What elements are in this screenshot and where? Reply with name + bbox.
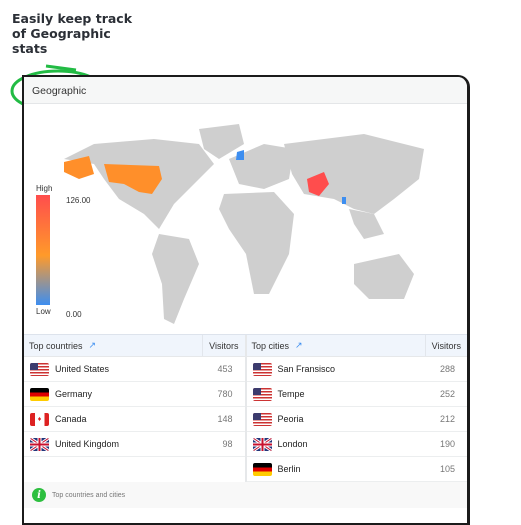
table-row[interactable]: London 190 bbox=[246, 432, 467, 457]
table-row[interactable]: Berlin 105 bbox=[246, 457, 467, 482]
flag-us-icon bbox=[252, 362, 272, 376]
row-name: Germany bbox=[55, 389, 93, 399]
row-name: United Kingdom bbox=[55, 439, 120, 449]
cities-title: Top cities bbox=[251, 340, 290, 351]
asia bbox=[284, 134, 424, 214]
row-visitors: 780 bbox=[217, 389, 233, 399]
legend-max: 126.00 bbox=[66, 196, 91, 205]
row-name: San Fransisco bbox=[277, 364, 336, 374]
uk-region bbox=[236, 150, 244, 160]
row-visitors: 252 bbox=[439, 389, 455, 399]
row-visitors: 98 bbox=[222, 439, 233, 449]
table-row[interactable]: United States 453 bbox=[24, 357, 245, 382]
world-map-svg bbox=[64, 124, 424, 324]
table-row[interactable]: San Fransisco 288 bbox=[246, 357, 467, 382]
row-visitors: 212 bbox=[439, 414, 455, 424]
legend-high-label: High bbox=[36, 184, 53, 193]
south-america bbox=[152, 234, 199, 324]
color-legend: High Low 126.00 0.00 bbox=[36, 184, 90, 319]
flag-de-icon bbox=[252, 462, 272, 476]
table-row[interactable]: Germany 780 bbox=[24, 382, 245, 407]
se-asia bbox=[349, 209, 384, 239]
flag-us-icon bbox=[252, 412, 272, 426]
flag-us-icon bbox=[30, 362, 49, 376]
row-visitors: 148 bbox=[217, 414, 233, 424]
row-visitors: 453 bbox=[217, 364, 233, 374]
legend-low-label: Low bbox=[36, 307, 51, 316]
flag-gb-icon bbox=[30, 437, 49, 451]
table-row[interactable]: ♦ Canada 148 bbox=[24, 407, 245, 432]
panel-title: Geographic bbox=[24, 77, 467, 104]
footer-text: Top countries and cities bbox=[52, 491, 126, 499]
legend-min: 0.00 bbox=[66, 310, 82, 319]
row-name: United States bbox=[55, 364, 110, 374]
row-name: London bbox=[277, 439, 308, 449]
row-name: Berlin bbox=[277, 464, 301, 474]
flag-gb-icon bbox=[252, 437, 272, 451]
info-icon: i bbox=[32, 488, 46, 502]
geographic-panel: Geographic High Low 126.00 0.00 Top coun… bbox=[22, 75, 470, 525]
visitors-header[interactable]: Visitors bbox=[424, 335, 467, 356]
row-name: Tempe bbox=[277, 389, 305, 399]
visitors-header[interactable]: Visitors bbox=[202, 335, 244, 356]
table-row[interactable]: Tempe 252 bbox=[246, 382, 467, 407]
table-row[interactable]: United Kingdom 98 bbox=[24, 432, 245, 457]
australia bbox=[354, 254, 414, 299]
legend-gradient-bar[interactable] bbox=[36, 195, 50, 305]
footer: i Top countries and cities bbox=[24, 482, 467, 508]
external-link-icon[interactable]: ↗ bbox=[89, 340, 97, 351]
flag-de-icon bbox=[30, 387, 49, 401]
tagline: Easily keep track of Geographic stats bbox=[12, 11, 133, 56]
row-name: Peoria bbox=[277, 414, 304, 424]
row-visitors: 105 bbox=[439, 464, 455, 474]
europe bbox=[229, 144, 294, 189]
bangladesh-region bbox=[342, 197, 346, 204]
flag-ca-icon: ♦ bbox=[30, 412, 49, 426]
top-cities-table: Top cities ↗ Visitors San Fransisco 288 Temp… bbox=[244, 335, 467, 482]
row-name: Canada bbox=[55, 414, 87, 424]
table-row[interactable]: Peoria 212 bbox=[246, 407, 467, 432]
row-visitors: 190 bbox=[439, 439, 455, 449]
external-link-icon[interactable]: ↗ bbox=[295, 340, 303, 351]
flag-us-icon bbox=[252, 387, 272, 401]
world-map[interactable]: High Low 126.00 0.00 bbox=[24, 104, 467, 334]
africa bbox=[219, 192, 294, 294]
top-countries-table: Top countries ↗ Visitors United States 453 G… bbox=[24, 335, 245, 482]
countries-title: Top countries bbox=[29, 340, 83, 351]
row-visitors: 288 bbox=[439, 364, 455, 374]
